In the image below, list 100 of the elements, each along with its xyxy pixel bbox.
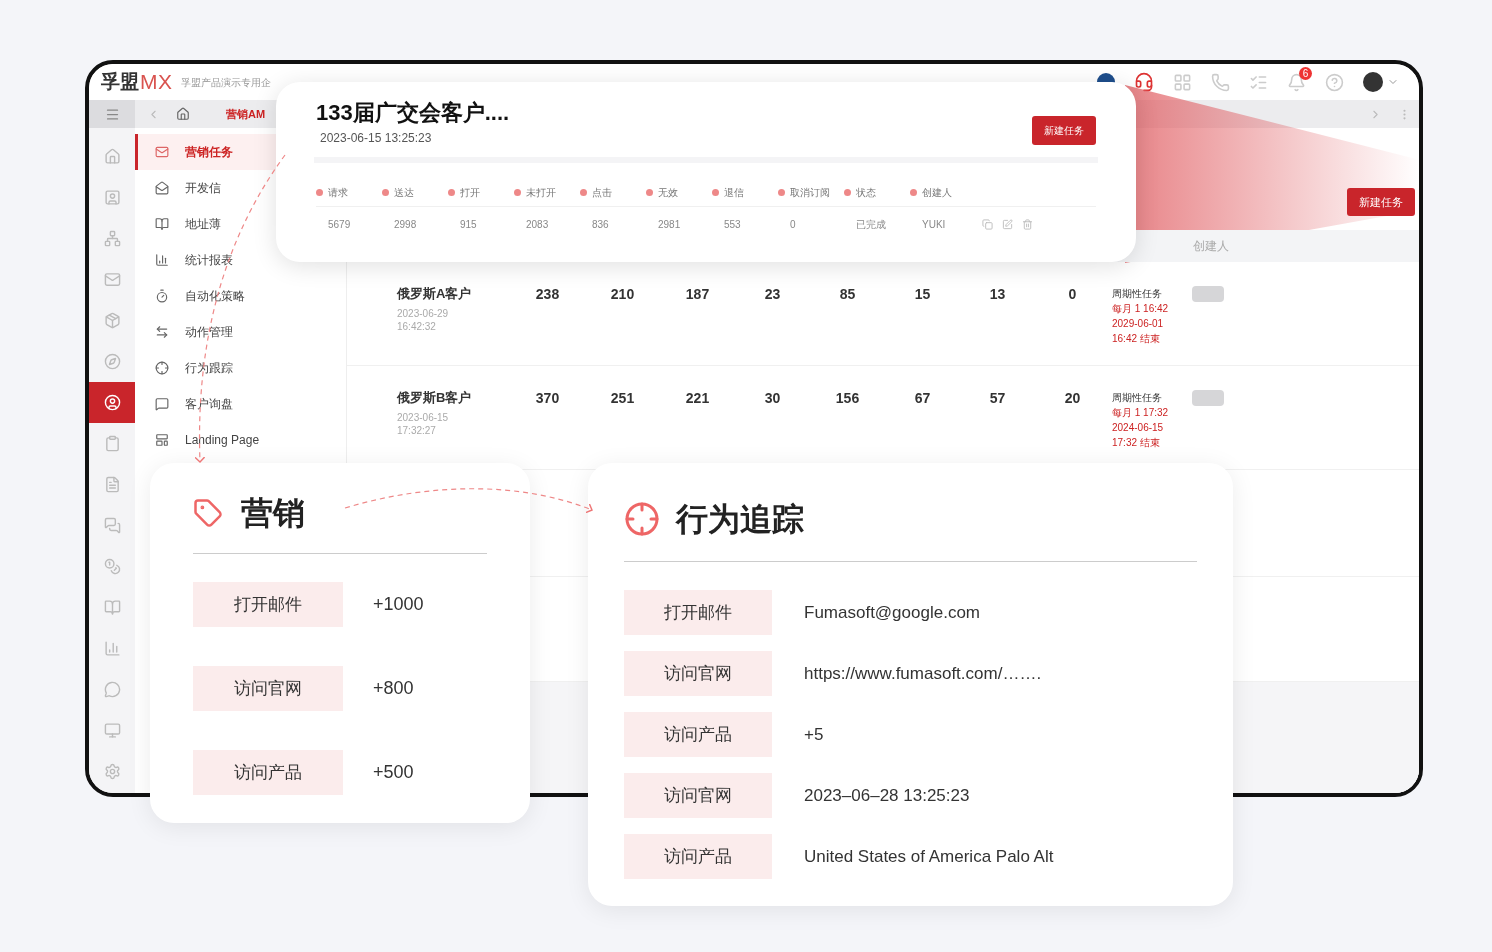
chat-bubble-icon	[103, 681, 121, 698]
logo-mark: MX	[140, 69, 173, 96]
table-cell-text: 0	[1067, 285, 1078, 304]
mail-icon	[103, 271, 121, 288]
chart-icon	[103, 640, 121, 657]
target-icon	[155, 361, 169, 375]
grid-icon[interactable]	[1173, 72, 1192, 92]
schedule-type: 周期性任务	[1112, 391, 1163, 405]
target-icon	[624, 501, 660, 537]
mail-icon	[155, 145, 169, 159]
menu-button[interactable]	[89, 100, 135, 128]
box-icon	[103, 312, 121, 329]
table-cell-text: 67	[913, 389, 932, 408]
value-text: Fumasoft@google.com	[804, 601, 980, 624]
table-cell-text: 553	[723, 218, 742, 232]
column-header: 无效	[658, 186, 678, 200]
action-label: 打开邮件	[624, 590, 772, 635]
home-icon	[103, 148, 121, 165]
points-text: +1000	[373, 593, 424, 616]
message-icon	[155, 397, 169, 411]
company-name: 孚盟产品演示专用企	[180, 75, 271, 90]
page-tab[interactable]: 营销AM	[226, 105, 266, 123]
table-cell-text: YUKI	[921, 218, 947, 232]
column-header: 创建人	[1193, 238, 1229, 255]
network-icon	[103, 230, 121, 247]
schedule-text: 2024-06-15	[1112, 421, 1165, 435]
new-task-button[interactable]: 新建任务	[1347, 188, 1415, 216]
notification-badge: 6	[1299, 66, 1312, 80]
phone-icon[interactable]	[1211, 72, 1230, 92]
card-title: 营销	[241, 494, 305, 533]
table-cell-text: 13	[988, 285, 1007, 304]
column-header: 退信	[724, 186, 744, 200]
card-title: 行为追踪	[676, 500, 804, 539]
points-text: +500	[373, 761, 414, 784]
column-header: 未打开	[526, 186, 556, 200]
table-cell-text: 57	[988, 389, 1007, 408]
settings-icon	[103, 763, 121, 780]
arrows-icon	[155, 325, 169, 339]
menu-item[interactable]: 行为跟踪	[135, 350, 346, 386]
new-task-button[interactable]: 新建任务	[1032, 116, 1096, 145]
menu-item[interactable]: 自动化策略	[135, 278, 346, 314]
clipboard-icon	[103, 435, 121, 452]
menu-item[interactable]: 统计报表	[135, 242, 346, 278]
table-cell-text: 2998	[393, 218, 418, 232]
logo-text: 孚盟	[101, 69, 139, 94]
mail-open-icon	[155, 181, 169, 195]
table-cell-text: 221	[684, 389, 711, 408]
table-cell-text: 251	[609, 389, 636, 408]
table-cell-text: 210	[609, 285, 636, 304]
table-cell-text: 370	[534, 389, 561, 408]
table-cell-text: 187	[684, 285, 711, 304]
timer-icon	[155, 289, 169, 303]
headset-icon[interactable]	[1134, 72, 1154, 92]
value-text: United States of America Palo Alt	[804, 845, 1054, 868]
menu-item[interactable]: 动作管理	[135, 314, 346, 350]
coins-icon	[103, 558, 121, 575]
compass-icon	[103, 353, 121, 370]
menu-icon	[104, 106, 120, 122]
created-date: 2023-06-15	[397, 410, 450, 424]
layout-icon	[155, 433, 169, 447]
action-label: 访问产品	[624, 712, 772, 757]
user-icon	[103, 189, 121, 206]
action-label: 访问产品	[193, 750, 343, 795]
schedule-text: 每月 1 17:32	[1112, 406, 1170, 420]
table-cell-text: 0	[789, 218, 797, 232]
column-header: 点击	[592, 186, 612, 200]
customer-name: 俄罗斯B客户	[397, 389, 473, 407]
toggle-switch[interactable]	[1192, 390, 1224, 406]
table-cell-text: 已完成	[855, 218, 887, 232]
column-header: 取消订阅	[790, 186, 830, 200]
table-cell-text: 5679	[327, 218, 352, 232]
popup-title: 133届广交会客户....	[316, 99, 510, 127]
schedule-text: 17:32 结束	[1112, 436, 1161, 450]
column-header: 创建人	[922, 186, 952, 200]
action-label: 访问官网	[193, 666, 343, 711]
schedule-text: 每月 1 16:42	[1112, 302, 1170, 316]
table-cell-text: 30	[763, 389, 782, 408]
value-text: https://www.fumasoft.com/…….	[804, 662, 1042, 685]
table-cell-text: 836	[591, 218, 610, 232]
schedule-text: 2029-06-01	[1112, 317, 1165, 331]
table-cell-text: 915	[459, 218, 478, 232]
action-label: 打开邮件	[193, 582, 343, 627]
book-icon	[155, 217, 169, 231]
monitor-icon	[103, 722, 121, 739]
column-header: 状态	[856, 186, 876, 200]
chat-icon	[103, 517, 121, 534]
avatar[interactable]	[1363, 72, 1383, 92]
table-cell-text: 2083	[525, 218, 550, 232]
trash-icon[interactable]	[1022, 219, 1033, 230]
home-icon[interactable]	[176, 107, 190, 121]
toggle-switch[interactable]	[1192, 286, 1224, 302]
document-icon	[103, 476, 121, 493]
help-icon[interactable]	[1325, 72, 1344, 92]
copy-icon[interactable]	[982, 219, 993, 230]
action-label: 访问官网	[624, 651, 772, 696]
edit-icon[interactable]	[1002, 219, 1013, 230]
table-cell-text: 85	[838, 285, 857, 304]
menu-item[interactable]: Landing Page	[135, 422, 346, 458]
schedule-type: 周期性任务	[1112, 287, 1163, 301]
table-cell-text: 20	[1063, 389, 1082, 408]
